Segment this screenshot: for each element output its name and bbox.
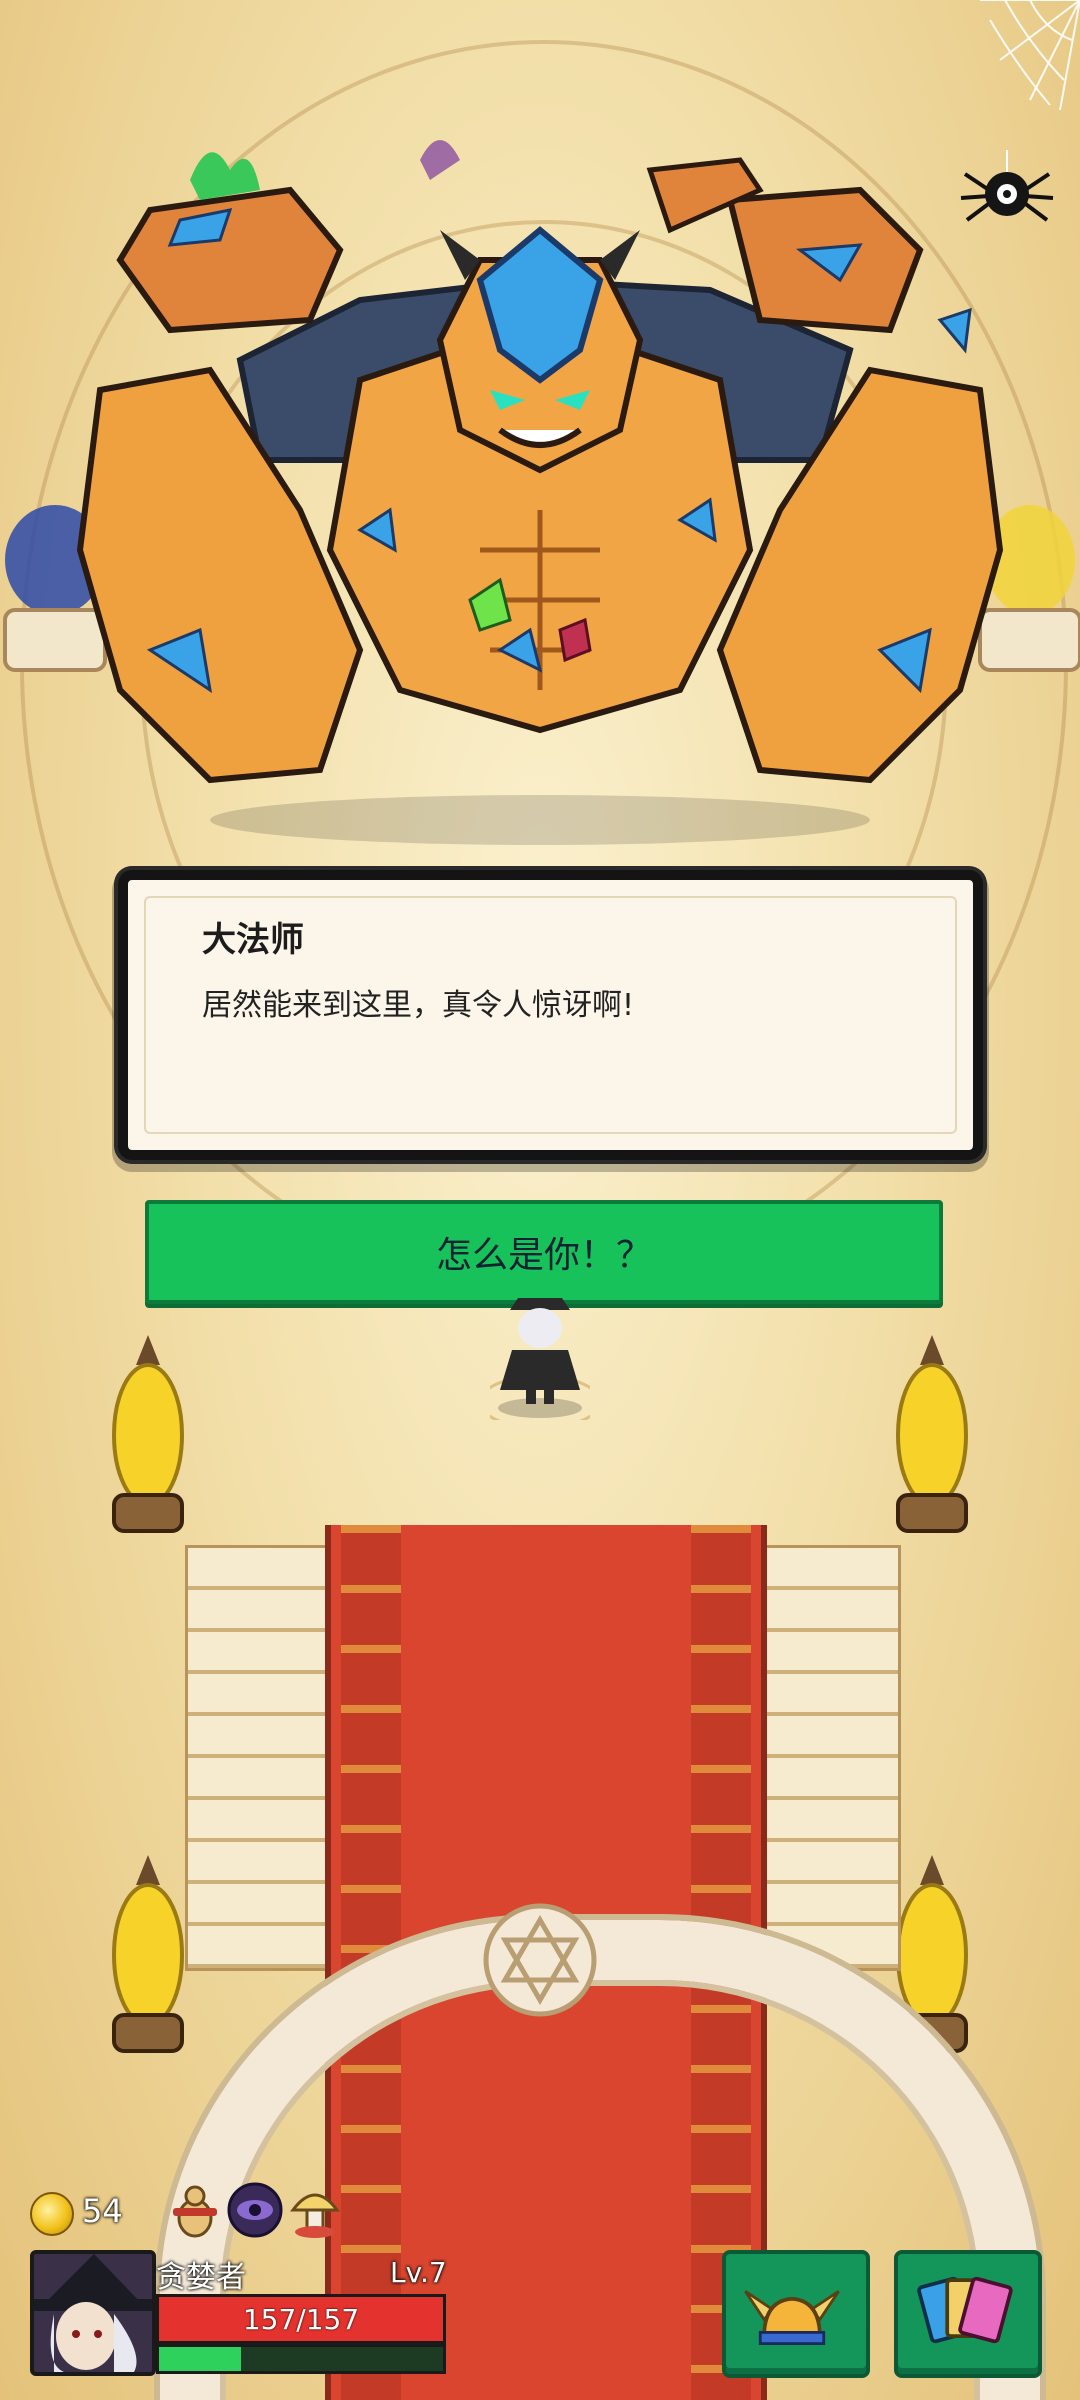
- hexagram-emblem: [483, 1903, 597, 2017]
- xp-bar-fill: [159, 2347, 242, 2371]
- cobweb-icon: [980, 0, 1080, 110]
- hp-text: 157/157: [242, 2302, 360, 2336]
- card-deck-icon: [917, 2276, 1013, 2344]
- dialog-text: 居然能来到这里，真令人惊讶啊!: [202, 988, 635, 1023]
- stairs-right: [755, 1545, 901, 1971]
- gourd-scroll-icon[interactable]: [165, 2180, 225, 2240]
- equipment-button[interactable]: [722, 2250, 870, 2378]
- winged-helmet-icon: [744, 2290, 840, 2345]
- player-level: Lv.7: [390, 2256, 447, 2289]
- witch-portrait-icon: [34, 2254, 152, 2372]
- xp-bar: [156, 2344, 446, 2374]
- eye-rune-icon[interactable]: [225, 2180, 285, 2240]
- torch-left-upper: [112, 1335, 184, 1533]
- player-avatar[interactable]: [30, 2250, 156, 2376]
- game-scene: 大法师 居然能来到这里，真令人惊讶啊! 怎么是你！？: [0, 0, 1080, 2400]
- dialog-speaker-name: 大法师: [202, 920, 304, 960]
- coin-count: 54: [82, 2192, 123, 2230]
- torch-right-upper: [896, 1335, 968, 1533]
- torch-left-lower: [112, 1855, 184, 2053]
- coin-icon: [30, 2192, 74, 2236]
- player-name: 贪婪者: [156, 2260, 246, 2295]
- stairs-left: [185, 1545, 331, 1971]
- dialog-choice-button[interactable]: 怎么是你！？: [145, 1200, 943, 1304]
- hp-bar: 157/157: [156, 2294, 446, 2344]
- crystal-golem-boss[interactable]: [60, 130, 1020, 850]
- player-character[interactable]: [490, 1290, 590, 1420]
- dialog-box[interactable]: 大法师 居然能来到这里，真令人惊讶啊!: [118, 870, 983, 1160]
- card-deck-button[interactable]: [894, 2250, 1042, 2378]
- mushroom-icon[interactable]: [285, 2180, 345, 2240]
